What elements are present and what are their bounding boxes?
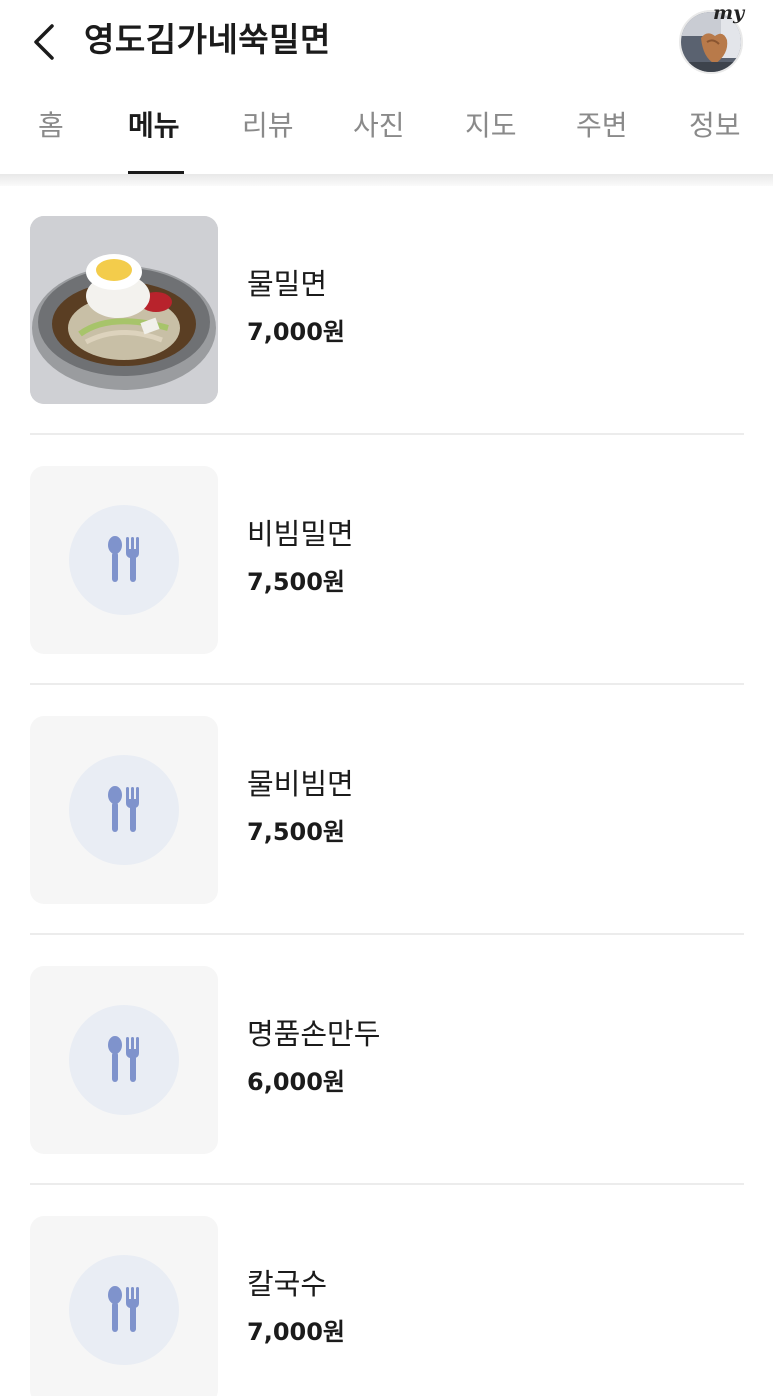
menu-item-name: 칼국수 xyxy=(247,1267,328,1301)
placeholder-circle xyxy=(69,1255,179,1365)
chevron-left-icon xyxy=(34,24,54,60)
menu-item-photo xyxy=(30,216,218,404)
placeholder-circle xyxy=(69,755,179,865)
menu-item-placeholder xyxy=(30,466,218,654)
divider xyxy=(30,683,744,685)
my-label: my xyxy=(713,2,745,24)
page-title: 영도김가네쑥밀면 xyxy=(84,20,331,59)
menu-item-placeholder xyxy=(30,716,218,904)
menu-item[interactable]: 비빔밀면 7,500원 xyxy=(30,466,744,654)
menu-item-price: 6,000원 xyxy=(247,1068,345,1096)
menu-item[interactable]: 물밀면 7,000원 xyxy=(30,216,744,404)
menu-item[interactable]: 명품손만두 6,000원 xyxy=(30,966,744,1154)
tab-info[interactable]: 정보 xyxy=(689,106,741,146)
divider xyxy=(30,933,744,935)
top-bar: 영도김가네쑥밀면 my xyxy=(0,0,773,80)
tab-photos[interactable]: 사진 xyxy=(353,106,405,146)
menu-item-price: 7,500원 xyxy=(247,818,345,846)
tab-home[interactable]: 홈 xyxy=(38,106,64,146)
menu-item-placeholder xyxy=(30,966,218,1154)
menu-item-name: 물밀면 xyxy=(247,267,328,301)
tab-bar-shadow xyxy=(0,174,773,186)
menu-item-name: 비빔밀면 xyxy=(247,517,354,551)
placeholder-circle xyxy=(69,505,179,615)
divider xyxy=(30,1183,744,1185)
utensils-icon xyxy=(108,786,139,832)
menu-item-name: 물비빔면 xyxy=(247,767,354,801)
menu-item-price: 7,000원 xyxy=(247,318,345,346)
menu-item[interactable]: 칼국수 7,000원 xyxy=(30,1216,744,1396)
utensils-icon xyxy=(108,536,139,582)
tab-map[interactable]: 지도 xyxy=(465,106,517,146)
naengmyeon-photo xyxy=(30,216,218,404)
menu-item[interactable]: 물비빔면 7,500원 xyxy=(30,716,744,904)
divider xyxy=(30,433,744,435)
menu-item-price: 7,500원 xyxy=(247,568,345,596)
utensils-icon xyxy=(108,1286,139,1332)
tab-bar: 홈 메뉴 리뷰 사진 지도 주변 정보 xyxy=(0,96,773,174)
tab-nearby[interactable]: 주변 xyxy=(576,106,628,146)
menu-item-price: 7,000원 xyxy=(247,1318,345,1346)
tab-reviews[interactable]: 리뷰 xyxy=(242,106,294,146)
back-button[interactable] xyxy=(26,20,62,64)
utensils-icon xyxy=(108,1036,139,1082)
menu-item-name: 명품손만두 xyxy=(247,1017,381,1051)
placeholder-circle xyxy=(69,1005,179,1115)
tab-menu[interactable]: 메뉴 xyxy=(128,106,180,146)
menu-item-placeholder xyxy=(30,1216,218,1396)
